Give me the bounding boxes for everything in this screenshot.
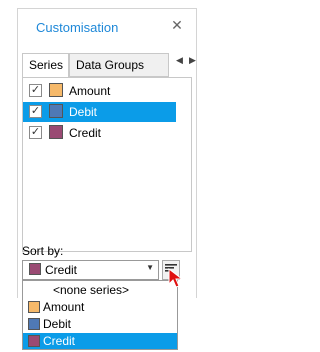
tab-strip: Series Data Groups ◀ ▶ [22, 53, 196, 78]
sort-option-amount[interactable]: Amount [23, 299, 177, 315]
option-label: Debit [43, 317, 72, 331]
sort-option-credit[interactable]: Credit [23, 333, 177, 349]
series-label: Credit [69, 126, 102, 140]
sort-option-debit[interactable]: Debit [23, 316, 177, 332]
sort-option-none[interactable]: <none series> [23, 282, 177, 298]
sort-dropdown-list: <none series> Amount Debit Credit [22, 280, 178, 350]
mouse-cursor-icon [168, 268, 184, 288]
checkbox-credit[interactable]: ✓ [29, 126, 42, 139]
swatch-debit [28, 318, 40, 330]
swatch-amount [49, 83, 63, 97]
series-item-amount[interactable]: ✓ Amount [23, 81, 176, 101]
tab-data-groups[interactable]: Data Groups [69, 53, 169, 77]
tab-series[interactable]: Series [22, 53, 69, 78]
chevron-down-icon[interactable]: ▼ [146, 263, 154, 272]
checkbox-amount[interactable]: ✓ [29, 84, 42, 97]
option-label: Credit [43, 334, 76, 348]
swatch-credit [49, 125, 63, 139]
series-item-credit[interactable]: ✓ Credit [23, 123, 176, 143]
series-label: Amount [69, 84, 111, 98]
close-icon[interactable]: ✕ [170, 18, 184, 32]
sort-by-label: Sort by: [22, 244, 64, 258]
panel-title: Customisation [36, 20, 119, 35]
sort-selected-value: Credit [45, 263, 78, 277]
series-item-debit[interactable]: ✓ Debit [23, 102, 176, 122]
series-list: ✓ Amount ✓ Debit ✓ Credit [22, 77, 192, 252]
option-label: Amount [43, 300, 85, 314]
swatch-credit [29, 263, 41, 275]
sort-combobox[interactable]: Credit ▼ [22, 260, 159, 280]
chevron-right-icon[interactable]: ▶ [189, 55, 196, 66]
series-label: Debit [69, 105, 98, 119]
swatch-amount [28, 301, 40, 313]
checkbox-debit[interactable]: ✓ [29, 105, 42, 118]
swatch-debit [49, 104, 63, 118]
swatch-credit [28, 335, 40, 347]
option-label: <none series> [53, 283, 130, 297]
chevron-left-icon[interactable]: ◀ [176, 55, 183, 66]
